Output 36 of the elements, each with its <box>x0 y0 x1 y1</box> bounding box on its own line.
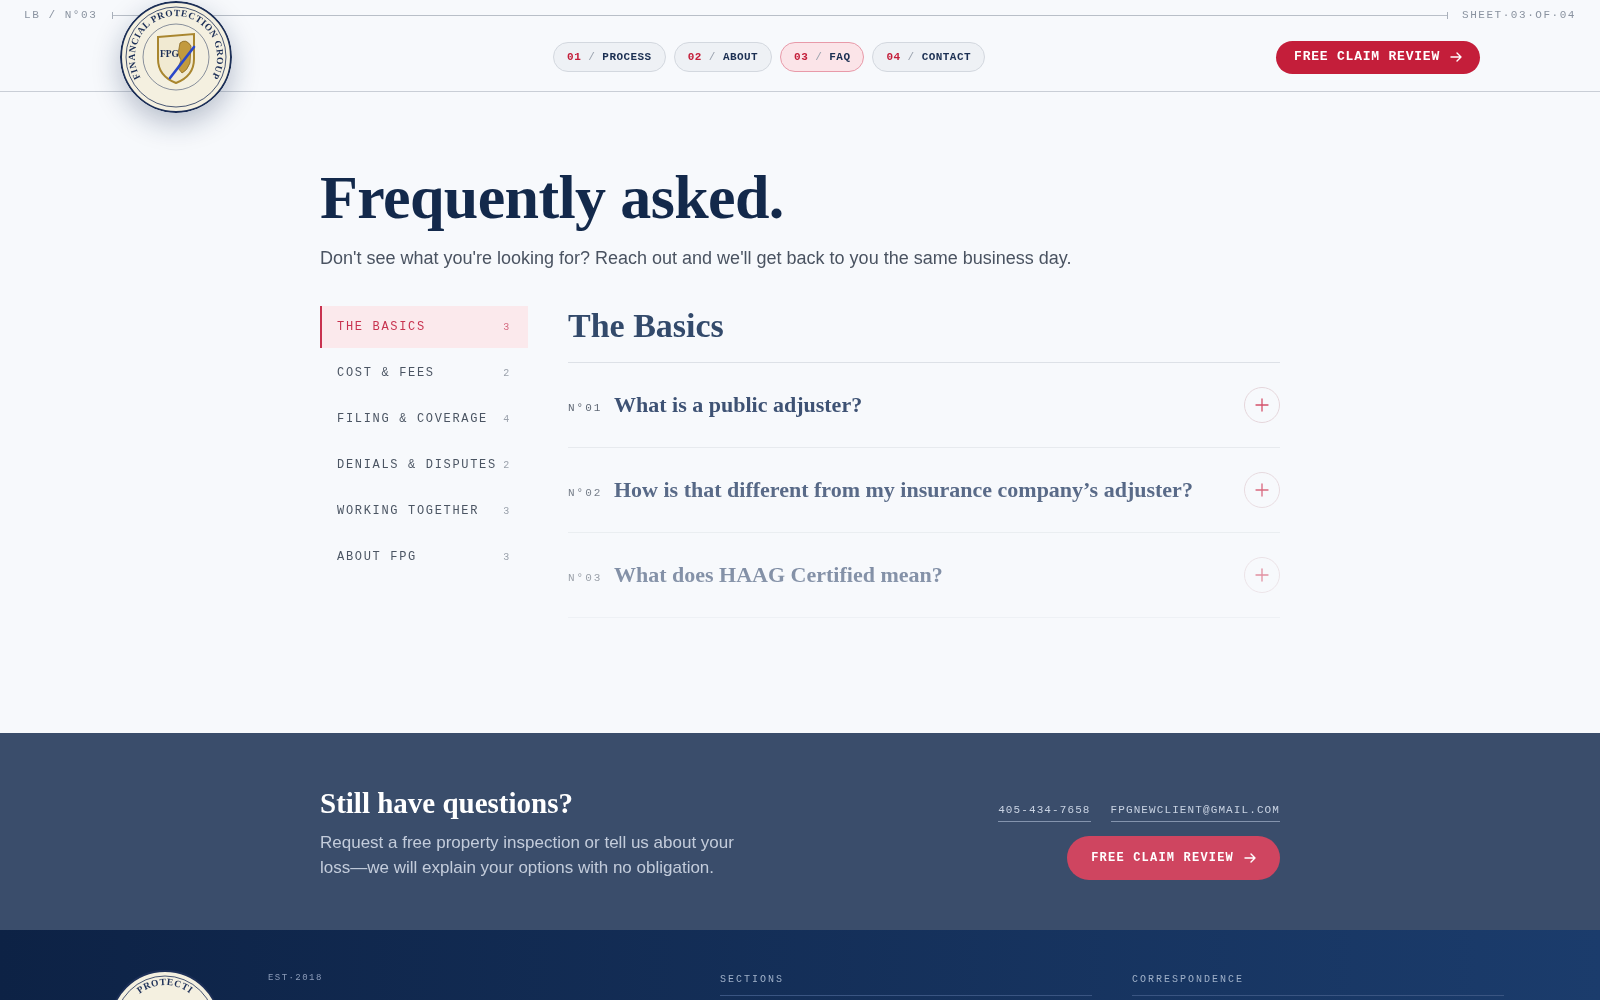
established-year: EST·2018 <box>268 972 324 985</box>
item-count: 2 <box>503 458 511 473</box>
claim-review-button[interactable]: FREE CLAIM REVIEW <box>1067 835 1280 880</box>
category-tab[interactable]: COST & FEES 2 <box>320 352 528 394</box>
section-title: The Basics <box>568 306 1280 363</box>
category-tab[interactable]: THE BASICS 3 <box>320 306 528 348</box>
arrow-right-icon <box>1244 851 1256 864</box>
column-heading: CORRESPONDENCE <box>1132 972 1504 996</box>
question-number: N°01 <box>568 400 602 416</box>
item-count: 3 <box>503 504 511 519</box>
category-tab[interactable]: DENIALS & DISPUTES 2 <box>320 444 528 486</box>
question-number: N°02 <box>568 485 602 501</box>
category-tab[interactable]: WORKING TOGETHER 3 <box>320 490 528 532</box>
item-count: 3 <box>503 550 511 565</box>
nav-tab[interactable]: 02 / ABOUT <box>673 42 773 72</box>
nav-tab[interactable]: 04 / CONTACT <box>872 42 985 72</box>
nav-tab[interactable]: 01 / PROCESS <box>553 42 666 72</box>
item-count: 2 <box>503 366 511 381</box>
sheet-number: LB / N°03 <box>23 7 99 23</box>
item-count: 4 <box>503 412 511 427</box>
faq-question[interactable]: What is a public adjuster? <box>614 390 1232 420</box>
claim-review-button[interactable]: FREE CLAIM REVIEW <box>1276 40 1480 74</box>
phone-link[interactable]: 405-434-7658 <box>998 802 1091 822</box>
question-number: N°03 <box>568 570 602 586</box>
email-link[interactable]: FPGNEWCLIENT@GMAIL.COM <box>1110 802 1280 822</box>
item-count: 3 <box>503 320 511 335</box>
sheet-counter: SHEET·03·OF·04 <box>1461 7 1577 23</box>
column-heading: SECTIONS <box>720 972 1092 996</box>
category-tab[interactable]: ABOUT FPG 3 <box>320 536 528 578</box>
contact-text: Request a free property inspection or tell us about your loss—we will explain your options with no obligation. <box>320 831 735 879</box>
arrow-right-icon <box>1450 51 1462 63</box>
intro-text: Don't see what you're looking for? Reach out and we'll get back to you the same business day. <box>320 247 1073 270</box>
faq-question[interactable]: How is that different from my insurance company’s adjuster? <box>614 475 1232 505</box>
contact-title: Still have questions? <box>320 785 574 821</box>
nav-tab[interactable]: 03 / FAQ <box>780 42 865 72</box>
category-tab[interactable]: FILING & COVERAGE 4 <box>320 398 528 440</box>
